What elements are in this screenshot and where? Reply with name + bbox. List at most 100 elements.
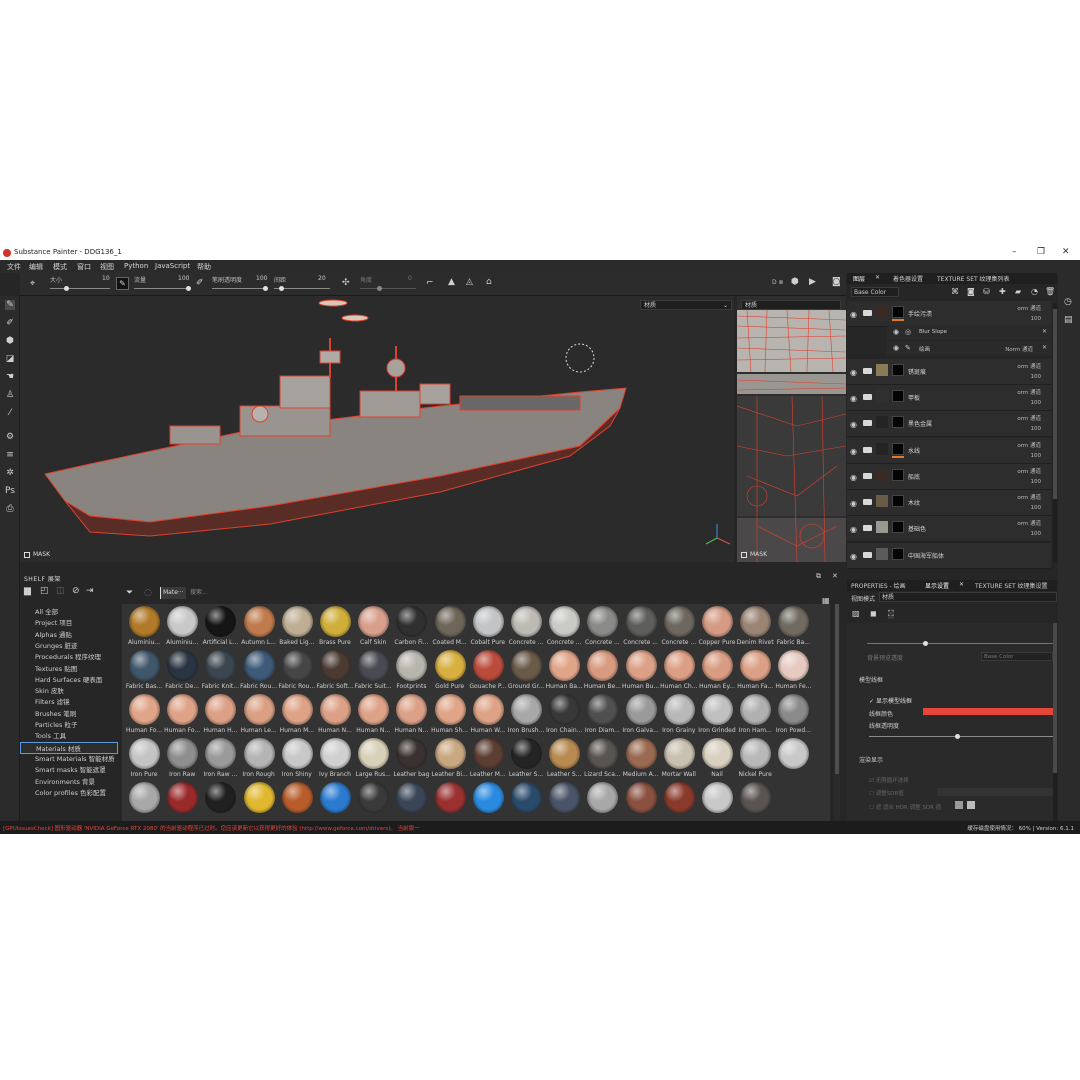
material-thumbnail[interactable]: Human H...	[201, 694, 239, 738]
export-icon[interactable]: ⎙	[5, 504, 15, 514]
menu-window[interactable]: 窗口	[77, 262, 91, 272]
effect-close-icon[interactable]: ✕	[1042, 344, 1047, 351]
layer-opacity[interactable]: 100	[1031, 426, 1042, 432]
material-thumbnail[interactable]	[240, 782, 278, 821]
material-thumbnail[interactable]: Leather Bi...	[431, 738, 469, 782]
flow-slider-knob[interactable]	[186, 286, 191, 291]
hdr-swatch-2[interactable]	[967, 801, 975, 809]
new-folder-icon[interactable]: ◰	[40, 586, 49, 596]
material-thumbnail[interactable]: Concrete ...	[545, 606, 583, 650]
material-thumbnail[interactable]: Human Le...	[240, 694, 278, 738]
view-mode-select[interactable]: 材质	[879, 592, 1057, 602]
menu-edit[interactable]: 编辑	[29, 262, 43, 272]
angle-slider-knob[interactable]	[377, 286, 382, 291]
material-thumbnail[interactable]	[507, 782, 545, 821]
material-thumbnail[interactable]	[163, 782, 201, 821]
shelf-scrollbar-thumb[interactable]	[835, 604, 839, 774]
material-thumbnail[interactable]: Calf Skin	[354, 606, 392, 650]
add-folder-icon[interactable]: ▰	[1015, 287, 1021, 296]
mask-label[interactable]: MASK	[24, 551, 50, 558]
material-thumbnail[interactable]: Human Be...	[583, 650, 621, 694]
layers-scrollbar-thumb[interactable]	[1053, 309, 1057, 499]
material-thumbnail[interactable]	[736, 782, 774, 821]
add-fill-layer-icon[interactable]: ⛁	[983, 287, 990, 296]
eye-icon[interactable]: ◉	[850, 368, 857, 377]
layer-opacity[interactable]: 100	[1031, 531, 1042, 537]
material-thumbnail[interactable]: Medium A...	[622, 738, 660, 782]
shelf-category[interactable]: Materials 材质	[20, 741, 118, 754]
hdr-swatch-1[interactable]	[955, 801, 963, 809]
shelf-category[interactable]: Particles 粒子	[35, 719, 77, 729]
layer-blend-mode[interactable]: orm 通道	[1017, 388, 1041, 396]
menu-help[interactable]: 帮助	[197, 262, 211, 272]
material-thumbnail[interactable]	[774, 738, 812, 782]
brush-preset-icon[interactable]: ⌖	[30, 279, 35, 289]
material-thumbnail[interactable]	[545, 782, 583, 821]
material-thumbnail[interactable]: Human Ba...	[545, 650, 583, 694]
shelf-category[interactable]: Tools 工具	[35, 730, 66, 740]
photoshop-export-icon[interactable]: Ps	[5, 486, 15, 496]
shelf-category[interactable]: Procedurals 程序纹理	[35, 651, 101, 661]
material-thumbnail[interactable]	[469, 782, 507, 821]
uv-mask-label[interactable]: MASK	[741, 551, 767, 558]
material-thumbnail[interactable]: Iron Brush...	[507, 694, 545, 738]
uv-viewport[interactable]: 材质 MASK	[737, 296, 846, 562]
material-thumbnail[interactable]: Human Fo...	[125, 694, 163, 738]
material-thumbnail[interactable]: Artificial L...	[201, 606, 239, 650]
eye-icon[interactable]: ◉	[850, 552, 857, 561]
folder-icon[interactable]: ▆	[24, 586, 31, 596]
flow-slider[interactable]	[134, 288, 190, 289]
effect-row[interactable]: ◉ ◎ Blur Slope ✕	[887, 325, 1051, 340]
layer-row[interactable]: ◉ 手绘污渍 orm 通道 100	[847, 301, 1051, 327]
shelf-category[interactable]: Brushes 笔刷	[35, 708, 76, 718]
material-thumbnail[interactable]	[278, 782, 316, 821]
tab-close-icon-2[interactable]: ✕	[959, 581, 964, 588]
material-thumbnail[interactable]	[392, 782, 430, 821]
tab-display-settings[interactable]: 显示设置	[925, 581, 949, 590]
layer-opacity[interactable]: 100	[1031, 453, 1042, 459]
eraser-icon[interactable]: ✐	[5, 318, 15, 328]
menu-python[interactable]: Python	[124, 262, 148, 270]
size-slider-knob[interactable]	[64, 286, 69, 291]
material-thumbnail[interactable]: Iron Diam...	[583, 694, 621, 738]
material-thumbnail[interactable]: Iron Pure	[125, 738, 163, 782]
hide-icon[interactable]: ⊘	[72, 586, 80, 596]
material-thumbnail[interactable]: Human Fe...	[774, 650, 812, 694]
shelf-category[interactable]: Hard Surfaces 硬表面	[35, 674, 102, 684]
menu-file[interactable]: 文件	[7, 262, 21, 272]
layers-scrollbar[interactable]	[1053, 303, 1057, 563]
layer-row[interactable]: ◉ 水线 orm 通道 100	[847, 438, 1051, 464]
disk-icon[interactable]: ◫	[56, 586, 65, 596]
material-thumbnail[interactable]: Human Ch...	[660, 650, 698, 694]
eye-icon[interactable]: ◉	[850, 394, 857, 403]
camera-icon[interactable]: ◼	[870, 609, 877, 618]
show-wireframe-check[interactable]: ✓ 显示模型线框	[869, 696, 912, 705]
material-thumbnail[interactable]	[431, 782, 469, 821]
layer-mask-thumbnail[interactable]	[892, 548, 904, 560]
smart-material-icon[interactable]: ◔	[1031, 287, 1038, 296]
material-thumbnail[interactable]: Human Fo...	[163, 694, 201, 738]
shelf-category[interactable]: Filters 滤镜	[35, 696, 70, 706]
layer-blend-mode[interactable]: orm 通道	[1017, 304, 1041, 312]
shelf-category[interactable]: Smart Materials 智能材质	[35, 753, 115, 763]
layer-mask-thumbnail[interactable]	[892, 469, 904, 481]
bake-icon[interactable]: ✲	[5, 468, 15, 478]
material-thumbnail[interactable]: Human W...	[469, 694, 507, 738]
props-scrollbar-thumb[interactable]	[1053, 623, 1057, 773]
sdr-option[interactable]: ☐ 调整SDR值	[869, 789, 904, 797]
eye-icon[interactable]: ◉	[893, 344, 899, 352]
history-icon[interactable]: ◷	[1064, 297, 1072, 307]
angle-slider[interactable]	[360, 288, 416, 289]
eye-icon[interactable]: ◉	[893, 328, 899, 336]
material-thumbnail[interactable]: Gold Pure	[431, 650, 469, 694]
material-thumbnail[interactable]: Autumn L...	[240, 606, 278, 650]
material-thumbnail[interactable]: Concrete ...	[622, 606, 660, 650]
material-thumbnail[interactable]: Human Bu...	[622, 650, 660, 694]
material-thumbnail[interactable]: Fabric Soft...	[316, 650, 354, 694]
material-thumbnail[interactable]: Iron Shiny	[278, 738, 316, 782]
env-slider-knob[interactable]	[923, 641, 928, 646]
material-thumbnail[interactable]: Iron Chain...	[545, 694, 583, 738]
layer-mask-thumbnail[interactable]	[892, 390, 904, 402]
eye-icon[interactable]: ◉	[850, 499, 857, 508]
eye-icon[interactable]: ◉	[850, 310, 857, 319]
